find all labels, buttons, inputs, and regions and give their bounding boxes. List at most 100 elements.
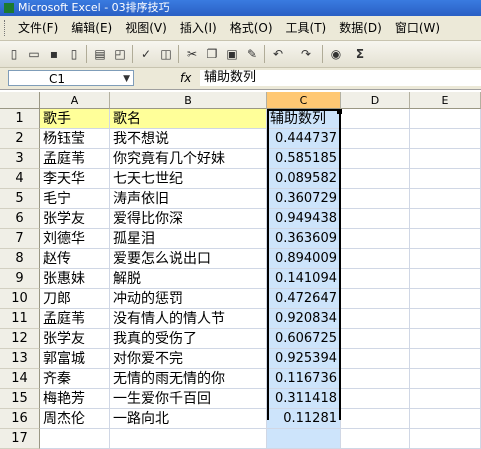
cell-b-row-11[interactable]: 没有情人的情人节 [110,309,267,329]
cell-d-row-9[interactable] [341,269,410,289]
cell-b-row-13[interactable]: 对你爱不完 [110,349,267,369]
cell-b-row-2[interactable]: 我不想说 [110,129,267,149]
cell-b-row-1[interactable]: 歌名 [110,109,267,129]
fx-icon[interactable]: fx [180,71,191,85]
cell-c-row-15[interactable]: 0.311418 [267,389,341,409]
cell-e-row-6[interactable] [410,209,481,229]
cell-b-row-6[interactable]: 爱得比你深 [110,209,267,229]
cell-c-row-16[interactable]: 0.11281 [267,409,341,429]
cell-d-row-14[interactable] [341,369,410,389]
cell-d-row-2[interactable] [341,129,410,149]
cell-a-row-4[interactable]: 李天华 [40,169,110,189]
cell-b-row-4[interactable]: 七天七世纪 [110,169,267,189]
research-icon[interactable]: ◫ [158,46,174,62]
cell-c-row-8[interactable]: 0.894009 [267,249,341,269]
row-header[interactable]: 14 [0,369,40,389]
cell-d-row-15[interactable] [341,389,410,409]
column-header-b[interactable]: B [110,92,267,109]
cell-c-row-17[interactable] [267,429,341,449]
cell-a-row-12[interactable]: 张学友 [40,329,110,349]
cell-e-row-16[interactable] [410,409,481,429]
cell-e-row-5[interactable] [410,189,481,209]
row-header[interactable]: 12 [0,329,40,349]
row-header[interactable]: 10 [0,289,40,309]
row-header[interactable]: 8 [0,249,40,269]
row-header[interactable]: 11 [0,309,40,329]
cell-e-row-10[interactable] [410,289,481,309]
cell-a-row-3[interactable]: 孟庭苇 [40,149,110,169]
cell-b-row-14[interactable]: 无情的雨无情的你 [110,369,267,389]
cell-a-row-14[interactable]: 齐秦 [40,369,110,389]
cell-a-row-1[interactable]: 歌手 [40,109,110,129]
menu-file[interactable]: 文件(F) [12,16,65,40]
cell-e-row-14[interactable] [410,369,481,389]
row-header[interactable]: 13 [0,349,40,369]
cell-c-row-10[interactable]: 0.472647 [267,289,341,309]
cell-a-row-11[interactable]: 孟庭苇 [40,309,110,329]
copy-icon[interactable]: ❐ [204,46,220,62]
cell-e-row-2[interactable] [410,129,481,149]
select-all-corner[interactable] [0,92,40,109]
cell-a-row-13[interactable]: 郭富城 [40,349,110,369]
cell-a-row-17[interactable] [40,429,110,449]
column-header-c[interactable]: C [267,92,341,109]
cell-e-row-9[interactable] [410,269,481,289]
cell-d-row-16[interactable] [341,409,410,429]
cell-a-row-10[interactable]: 刀郎 [40,289,110,309]
print-icon[interactable]: ▤ [92,46,108,62]
cell-b-row-7[interactable]: 孤星泪 [110,229,267,249]
cell-b-row-5[interactable]: 涛声依旧 [110,189,267,209]
cell-c-row-9[interactable]: 0.141094 [267,269,341,289]
row-header[interactable]: 2 [0,129,40,149]
cell-c-row-7[interactable]: 0.363609 [267,229,341,249]
undo-icon[interactable]: ↶ [270,46,286,62]
chevron-down-icon[interactable]: ▼ [123,71,130,87]
menu-data[interactable]: 数据(D) [333,16,389,40]
cell-b-row-10[interactable]: 冲动的惩罚 [110,289,267,309]
column-header-a[interactable]: A [40,92,110,109]
fill-handle[interactable] [337,109,342,114]
cell-c-row-6[interactable]: 0.949438 [267,209,341,229]
cell-a-row-2[interactable]: 杨钰莹 [40,129,110,149]
cell-d-row-7[interactable] [341,229,410,249]
cell-c-row-4[interactable]: 0.089582 [267,169,341,189]
name-box[interactable]: C1 ▼ [8,70,134,86]
cell-e-row-12[interactable] [410,329,481,349]
menu-window[interactable]: 窗口(W) [389,16,447,40]
hyperlink-icon[interactable]: ◉ [328,46,344,62]
column-header-d[interactable]: D [341,92,410,109]
cell-e-row-8[interactable] [410,249,481,269]
cell-c-row-12[interactable]: 0.606725 [267,329,341,349]
cell-c-row-5[interactable]: 0.360729 [267,189,341,209]
cell-d-row-10[interactable] [341,289,410,309]
cell-e-row-17[interactable] [410,429,481,449]
cell-c-row-14[interactable]: 0.116736 [267,369,341,389]
menu-view[interactable]: 视图(V) [119,16,174,40]
row-header[interactable]: 16 [0,409,40,429]
cell-d-row-17[interactable] [341,429,410,449]
new-icon[interactable]: ▯ [6,46,22,62]
cell-d-row-1[interactable] [341,109,410,129]
cell-d-row-13[interactable] [341,349,410,369]
menu-edit[interactable]: 编辑(E) [65,16,119,40]
formula-input[interactable]: 辅助数列 [200,70,481,86]
cell-d-row-4[interactable] [341,169,410,189]
cell-a-row-15[interactable]: 梅艳芳 [40,389,110,409]
cell-b-row-9[interactable]: 解脱 [110,269,267,289]
cell-a-row-9[interactable]: 张惠妹 [40,269,110,289]
paste-icon[interactable]: ▣ [224,46,240,62]
cell-d-row-11[interactable] [341,309,410,329]
cell-a-row-6[interactable]: 张学友 [40,209,110,229]
row-header[interactable]: 17 [0,429,40,449]
row-header[interactable]: 7 [0,229,40,249]
cell-e-row-3[interactable] [410,149,481,169]
cell-b-row-3[interactable]: 你究竟有几个好妹 [110,149,267,169]
cell-b-row-15[interactable]: 一生爱你千百回 [110,389,267,409]
cell-a-row-7[interactable]: 刘德华 [40,229,110,249]
menu-insert[interactable]: 插入(I) [174,16,224,40]
cell-b-row-8[interactable]: 爱要怎么说出口 [110,249,267,269]
print-preview-icon[interactable]: ◰ [112,46,128,62]
menu-tools[interactable]: 工具(T) [280,16,334,40]
row-header[interactable]: 9 [0,269,40,289]
cell-c-row-1[interactable]: 辅助数列 [267,109,341,129]
